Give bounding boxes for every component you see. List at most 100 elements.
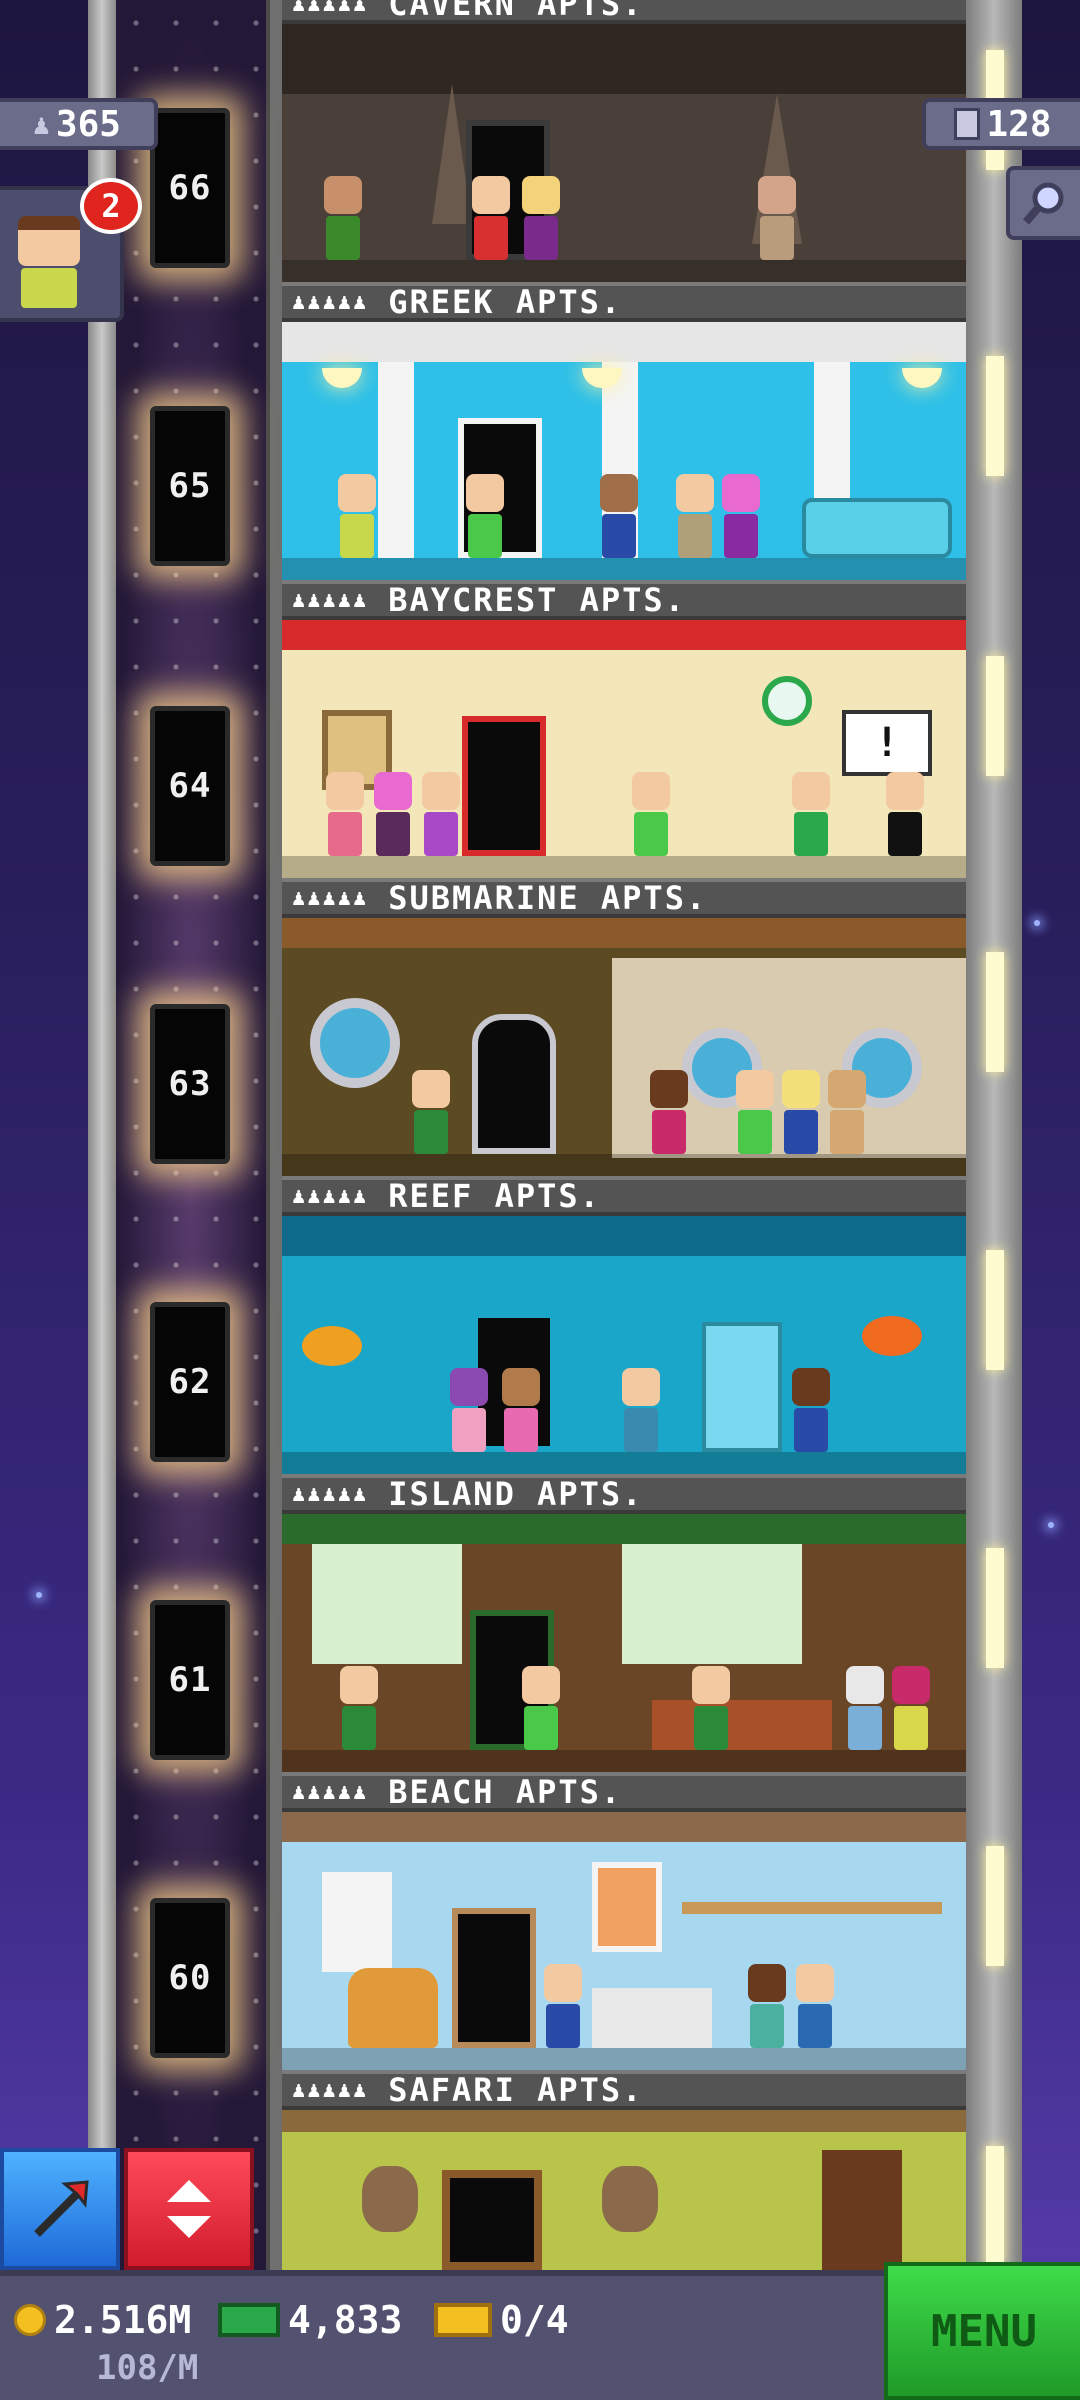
resident <box>632 772 670 856</box>
floors-value: 128 <box>986 103 1052 145</box>
elevator-door-floor-63[interactable]: 63 <box>150 1004 230 1164</box>
resident <box>846 1666 884 1750</box>
resident <box>324 176 362 260</box>
star-decoration <box>36 1592 42 1598</box>
room-door <box>462 716 546 856</box>
resident <box>450 1368 488 1452</box>
bux-stat[interactable]: 4,833 <box>218 2298 402 2342</box>
room-beach[interactable] <box>282 1812 966 2070</box>
elevator-door-floor-64[interactable]: 64 <box>150 706 230 866</box>
resident <box>340 1666 378 1750</box>
population-value: 365 <box>55 103 121 145</box>
room-submarine[interactable] <box>282 918 966 1176</box>
resident <box>522 176 560 260</box>
coins-stat[interactable]: 2.516M <box>14 2298 191 2342</box>
room-reef[interactable] <box>282 1216 966 1474</box>
shaft-edge <box>266 0 282 2270</box>
resident <box>782 1070 820 1154</box>
resident <box>736 1070 774 1154</box>
resident <box>466 474 504 558</box>
resident <box>758 176 796 260</box>
room-door <box>452 1908 536 2048</box>
floor-name: BAYCREST APTS. <box>388 581 686 619</box>
population-counter[interactable]: ♟ 365 <box>0 98 158 150</box>
resident <box>748 1964 786 2048</box>
floor-label-submarine: ♟♟♟♟♟ SUBMARINE APTS. <box>282 878 966 918</box>
room-island[interactable] <box>282 1514 966 1772</box>
elevator-door-floor-61[interactable]: 61 <box>150 1600 230 1760</box>
resident <box>502 1368 540 1452</box>
column-light <box>986 1250 1004 1370</box>
column-light <box>986 656 1004 776</box>
floors-counter[interactable]: 128 <box>922 98 1080 150</box>
floor-label-beach: ♟♟♟♟♟ BEACH APTS. <box>282 1772 966 1812</box>
people-count-icons: ♟♟♟♟♟ <box>292 1779 369 1805</box>
column-light <box>986 1846 1004 1966</box>
people-count-icons: ♟♟♟♟♟ <box>292 1481 369 1507</box>
coin-icon <box>14 2304 46 2336</box>
people-count-icons: ♟♟♟♟♟ <box>292 2077 369 2103</box>
resident <box>472 176 510 260</box>
resident <box>422 772 460 856</box>
room-baycrest[interactable]: ! <box>282 620 966 878</box>
floor-name: REEF APTS. <box>388 1177 601 1215</box>
person-icon: ♟ <box>33 107 50 141</box>
elevator-button[interactable] <box>124 2148 254 2270</box>
coins-value: 2.516M <box>54 2298 192 2342</box>
magnifier-icon <box>1022 182 1064 225</box>
column-light <box>986 1548 1004 1668</box>
menu-button[interactable]: MENU <box>884 2262 1080 2400</box>
resident <box>600 474 638 558</box>
building-icon <box>954 108 981 140</box>
floor-label-cavern: ♟♟♟♟♟ CAVERN APTS. <box>282 0 966 24</box>
visitor-notification-badge: 2 <box>80 178 142 234</box>
resident <box>792 772 830 856</box>
elevator-arrows-icon <box>167 2180 211 2238</box>
tower-left-wall <box>88 0 116 2270</box>
pickaxe-button[interactable] <box>0 2148 120 2270</box>
resident <box>676 474 714 558</box>
resident <box>338 474 376 558</box>
star-decoration <box>1048 1522 1054 1528</box>
resident <box>622 1368 660 1452</box>
resident <box>650 1070 688 1154</box>
room-safari[interactable] <box>282 2110 966 2270</box>
star-decoration <box>1034 920 1040 926</box>
people-count-icons: ♟♟♟♟♟ <box>292 289 369 315</box>
ticket-icon <box>434 2303 492 2337</box>
elevator-door-floor-62[interactable]: 62 <box>150 1302 230 1462</box>
floor-name: GREEK APTS. <box>388 283 623 321</box>
floor-label-safari: ♟♟♟♟♟ SAFARI APTS. <box>282 2070 966 2110</box>
column-light <box>986 356 1004 476</box>
floor-name: CAVERN APTS. <box>388 0 644 23</box>
floor-name: SAFARI APTS. <box>388 2071 644 2109</box>
people-count-icons: ♟♟♟♟♟ <box>292 0 369 17</box>
room-cavern[interactable] <box>282 24 966 282</box>
people-count-icons: ♟♟♟♟♟ <box>292 587 369 613</box>
people-count-icons: ♟♟♟♟♟ <box>292 1183 369 1209</box>
floor-name: SUBMARINE APTS. <box>388 879 708 917</box>
resident <box>692 1666 730 1750</box>
pickaxe-icon <box>34 2180 89 2237</box>
room-greek[interactable] <box>282 322 966 580</box>
search-button[interactable] <box>1006 166 1080 240</box>
column-light <box>986 2146 1004 2266</box>
resident <box>722 474 760 558</box>
room-door <box>472 1014 556 1154</box>
resident <box>326 772 364 856</box>
resident <box>792 1368 830 1452</box>
resident <box>412 1070 450 1154</box>
elevator-door-floor-60[interactable]: 60 <box>150 1898 230 2058</box>
elevator-door-floor-65[interactable]: 65 <box>150 406 230 566</box>
resident <box>886 772 924 856</box>
resident <box>796 1964 834 2048</box>
tickets-stat[interactable]: 0/4 <box>434 2298 569 2342</box>
bux-value: 4,833 <box>288 2298 403 2342</box>
resident <box>892 1666 930 1750</box>
resident <box>828 1070 866 1154</box>
floor-name: ISLAND APTS. <box>388 1475 644 1513</box>
column-light <box>986 952 1004 1072</box>
floor-label-island: ♟♟♟♟♟ ISLAND APTS. <box>282 1474 966 1514</box>
bux-bill-icon <box>218 2303 280 2337</box>
elevator-door-floor-66[interactable]: 66 <box>150 108 230 268</box>
